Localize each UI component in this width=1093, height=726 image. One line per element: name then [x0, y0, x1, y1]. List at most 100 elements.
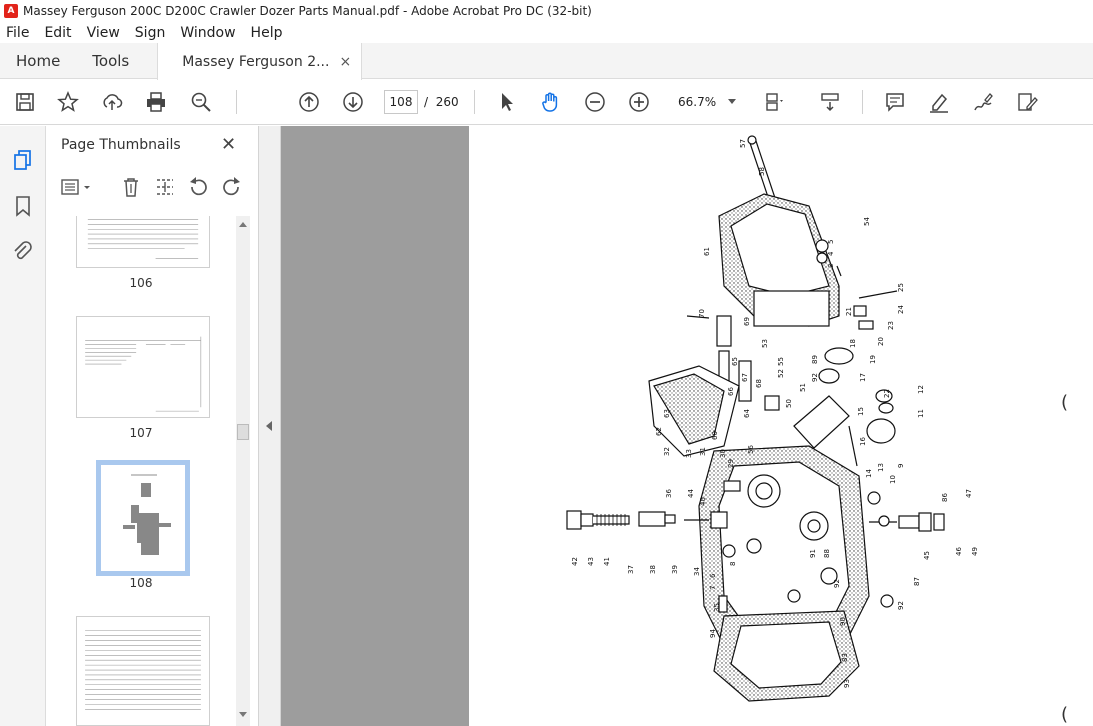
svg-text:52: 52: [777, 369, 785, 378]
svg-text:66: 66: [727, 387, 735, 396]
tab-home[interactable]: Home: [0, 43, 76, 78]
thumbnail-scrollbar[interactable]: [236, 216, 250, 726]
menu-sign[interactable]: Sign: [135, 25, 166, 41]
tab-close-icon[interactable]: ×: [339, 54, 351, 70]
svg-text:92: 92: [897, 601, 905, 610]
svg-text:37: 37: [627, 565, 635, 574]
svg-text:88: 88: [823, 549, 831, 558]
svg-text:94: 94: [709, 629, 717, 638]
close-icon[interactable]: ✕: [221, 134, 236, 155]
svg-text:58: 58: [758, 167, 766, 176]
svg-text:83: 83: [841, 653, 849, 662]
thumbnail-page[interactable]: [76, 616, 210, 726]
svg-text:12: 12: [917, 385, 925, 394]
select-cursor-icon[interactable]: [495, 90, 519, 114]
page-up-icon[interactable]: [297, 90, 321, 114]
svg-text:30: 30: [719, 449, 727, 458]
sign-icon[interactable]: [971, 90, 995, 114]
svg-text:18: 18: [849, 339, 857, 348]
print-icon[interactable]: [144, 90, 168, 114]
bookmark-icon[interactable]: [11, 194, 35, 218]
svg-text:32: 32: [663, 447, 671, 456]
scroll-mode-icon[interactable]: [818, 90, 842, 114]
panel-collapse-handle[interactable]: [259, 126, 281, 726]
svg-text:45: 45: [923, 551, 931, 560]
menu-window[interactable]: Window: [180, 25, 235, 41]
svg-text:21: 21: [845, 307, 853, 316]
page-total: / 260: [424, 95, 459, 109]
extract-pages-icon[interactable]: [154, 176, 176, 198]
svg-text:57: 57: [739, 139, 747, 148]
svg-text:93: 93: [843, 679, 851, 688]
scrollbar-thumb[interactable]: [237, 424, 249, 440]
zoom-in-icon[interactable]: [627, 90, 651, 114]
panel-toolbar: [46, 174, 259, 202]
svg-text:22: 22: [883, 389, 891, 398]
svg-text:19: 19: [869, 355, 877, 364]
svg-text:24: 24: [897, 305, 905, 314]
page-number-input[interactable]: 108: [384, 90, 418, 114]
svg-text:6: 6: [709, 573, 717, 578]
svg-text:41: 41: [603, 557, 611, 566]
delete-icon[interactable]: [120, 176, 142, 198]
menu-file[interactable]: File: [6, 25, 29, 41]
window-title: Massey Ferguson 200C D200C Crawler Dozer…: [23, 4, 592, 18]
svg-text:42: 42: [571, 557, 579, 566]
menu-view[interactable]: View: [87, 25, 120, 41]
svg-text:51: 51: [799, 383, 807, 392]
svg-text:86: 86: [941, 493, 949, 502]
svg-text:43: 43: [587, 557, 595, 566]
zoom-out-icon[interactable]: [583, 90, 607, 114]
svg-text:36: 36: [665, 489, 673, 498]
left-rail: [0, 126, 46, 726]
svg-text:90: 90: [839, 617, 847, 626]
tab-document[interactable]: Massey Ferguson 2... ×: [157, 43, 363, 80]
thumbnail-page[interactable]: [76, 216, 210, 268]
svg-text:33: 33: [685, 449, 693, 458]
save-icon[interactable]: [13, 90, 37, 114]
thumbnail-page[interactable]: [76, 316, 210, 418]
options-menu-icon[interactable]: [60, 176, 96, 198]
svg-text:53: 53: [761, 339, 769, 348]
svg-text:11: 11: [917, 409, 925, 418]
hand-icon[interactable]: [539, 90, 563, 114]
attachment-icon[interactable]: [11, 240, 35, 264]
menu-help[interactable]: Help: [251, 25, 283, 41]
fit-page-icon[interactable]: [762, 90, 786, 114]
search-zoom-icon[interactable]: [189, 90, 213, 114]
thumbnail-label: 108: [129, 576, 153, 590]
zoom-select[interactable]: 66.7%: [668, 90, 742, 114]
rotate-right-icon[interactable]: [221, 176, 243, 198]
comment-icon[interactable]: [883, 90, 907, 114]
page-total-count: 260: [435, 95, 459, 109]
scroll-down-icon[interactable]: [239, 712, 247, 717]
svg-text:9: 9: [897, 464, 905, 468]
svg-text:5: 5: [827, 240, 835, 244]
edit-icon[interactable]: [1015, 90, 1039, 114]
svg-text:49: 49: [971, 547, 979, 556]
svg-text:31: 31: [699, 447, 707, 456]
tab-bar: Home Tools Massey Ferguson 2... ×: [0, 43, 1093, 80]
menu-edit[interactable]: Edit: [44, 25, 71, 41]
svg-text:67: 67: [741, 373, 749, 382]
page-down-icon[interactable]: [341, 90, 365, 114]
document-canvas[interactable]: 57 58 54 61 5 4 3 25 24 23 70 69 53 21 2…: [281, 126, 1093, 726]
scroll-up-icon[interactable]: [239, 222, 247, 227]
svg-text:29: 29: [727, 459, 735, 468]
highlight-icon[interactable]: [927, 90, 951, 114]
page-margin-mark: (: [1061, 392, 1069, 413]
svg-text:50: 50: [785, 399, 793, 408]
svg-text:61: 61: [703, 247, 711, 256]
star-icon[interactable]: [56, 90, 80, 114]
svg-text:47: 47: [965, 489, 973, 498]
rotate-left-icon[interactable]: [187, 176, 209, 198]
page-margin-mark: (: [1061, 704, 1069, 725]
upload-icon[interactable]: [100, 90, 124, 114]
pages-icon[interactable]: [11, 148, 35, 172]
pdf-page: 57 58 54 61 5 4 3 25 24 23 70 69 53 21 2…: [469, 126, 1093, 726]
tab-tools[interactable]: Tools: [76, 43, 145, 78]
svg-text:54: 54: [863, 217, 871, 226]
main-toolbar: 108 / 260 66.7%: [0, 80, 1093, 125]
panel-title: Page Thumbnails: [61, 137, 181, 153]
thumbnail-page-selected[interactable]: [96, 460, 190, 576]
